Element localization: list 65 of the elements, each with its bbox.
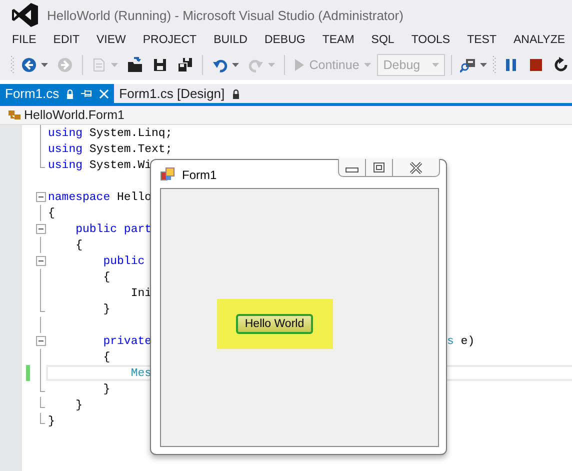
- code-text: }: [102, 382, 110, 396]
- menu-item[interactable]: FILE: [12, 32, 36, 48]
- navigation-dropdown[interactable]: HelloWorld.Form1: [0, 108, 124, 122]
- collapse-icon[interactable]: [36, 192, 46, 202]
- hello-world-button[interactable]: Hello World: [236, 314, 314, 334]
- code-text: {: [102, 350, 110, 364]
- code-text: public: [102, 254, 145, 268]
- outline-guide: [40, 317, 41, 333]
- menu-item[interactable]: TEST: [467, 32, 496, 48]
- code-text: public part: [74, 222, 152, 236]
- restart-icon: [553, 57, 569, 73]
- menu-item[interactable]: SQL: [371, 32, 394, 48]
- maximize-icon: [373, 162, 385, 173]
- code-text: using System.Text;: [48, 142, 172, 156]
- menu-item[interactable]: TEAM: [322, 32, 354, 48]
- code-text: s e): [447, 334, 475, 348]
- save-icon: [152, 57, 168, 73]
- outline-guide: [40, 413, 45, 424]
- play-icon: [294, 59, 304, 71]
- code-text: }: [48, 414, 55, 428]
- forward-icon: [56, 57, 73, 73]
- menu-item[interactable]: PROJECT: [142, 32, 197, 48]
- code-text: {: [48, 206, 55, 220]
- document-tab[interactable]: Form1.cs [Design]: [114, 84, 245, 103]
- code-text: using System.Wi: [48, 158, 152, 172]
- collapse-icon[interactable]: [36, 336, 46, 346]
- document-icon: [91, 57, 108, 73]
- form-title: Form1: [182, 168, 217, 182]
- menu-item[interactable]: TOOLS: [411, 32, 450, 48]
- save-all-icon: [177, 57, 194, 73]
- redo-icon: [248, 57, 264, 73]
- code-text: Mes: [130, 367, 152, 380]
- menu-item[interactable]: EDIT: [53, 32, 80, 48]
- collapse-icon[interactable]: [36, 256, 46, 266]
- code-text: namespace Hello: [48, 190, 152, 204]
- window-title: HelloWorld (Running) - Microsoft Visual Studio (Administrator): [47, 8, 404, 22]
- menu-item[interactable]: BUILD: [214, 32, 248, 48]
- document-tab[interactable]: Form1.cs: [0, 84, 114, 103]
- stop-icon: [528, 57, 544, 73]
- code-text: }: [74, 398, 83, 412]
- outline-guide: [40, 237, 41, 253]
- close-icon: [409, 162, 423, 174]
- undo-icon: [212, 57, 228, 73]
- code-text: Ini: [130, 286, 152, 300]
- folder-icon: [127, 57, 144, 73]
- code-text: }: [102, 302, 110, 316]
- menu-item[interactable]: VIEW: [96, 32, 126, 48]
- back-icon: [20, 57, 37, 73]
- menu-item[interactable]: DEBUG: [264, 32, 306, 48]
- code-text: {: [102, 270, 110, 284]
- pause-icon: [503, 57, 519, 73]
- outline-guide: [40, 397, 45, 408]
- search-icon: [460, 57, 476, 73]
- menu-item[interactable]: ANALYZE: [513, 32, 566, 48]
- outline-guide: [40, 205, 41, 221]
- class-icon: [8, 109, 22, 121]
- code-text: {: [74, 238, 83, 252]
- form-icon: [160, 166, 176, 182]
- code-text: using System.Linq;: [48, 126, 172, 140]
- pin-icon[interactable]: [81, 89, 92, 98]
- dropdown-caret-icon: [432, 63, 439, 67]
- logo-icon: [11, 2, 39, 28]
- close-icon[interactable]: [99, 88, 110, 98]
- code-text: private: [102, 334, 152, 348]
- collapse-icon[interactable]: [36, 224, 46, 234]
